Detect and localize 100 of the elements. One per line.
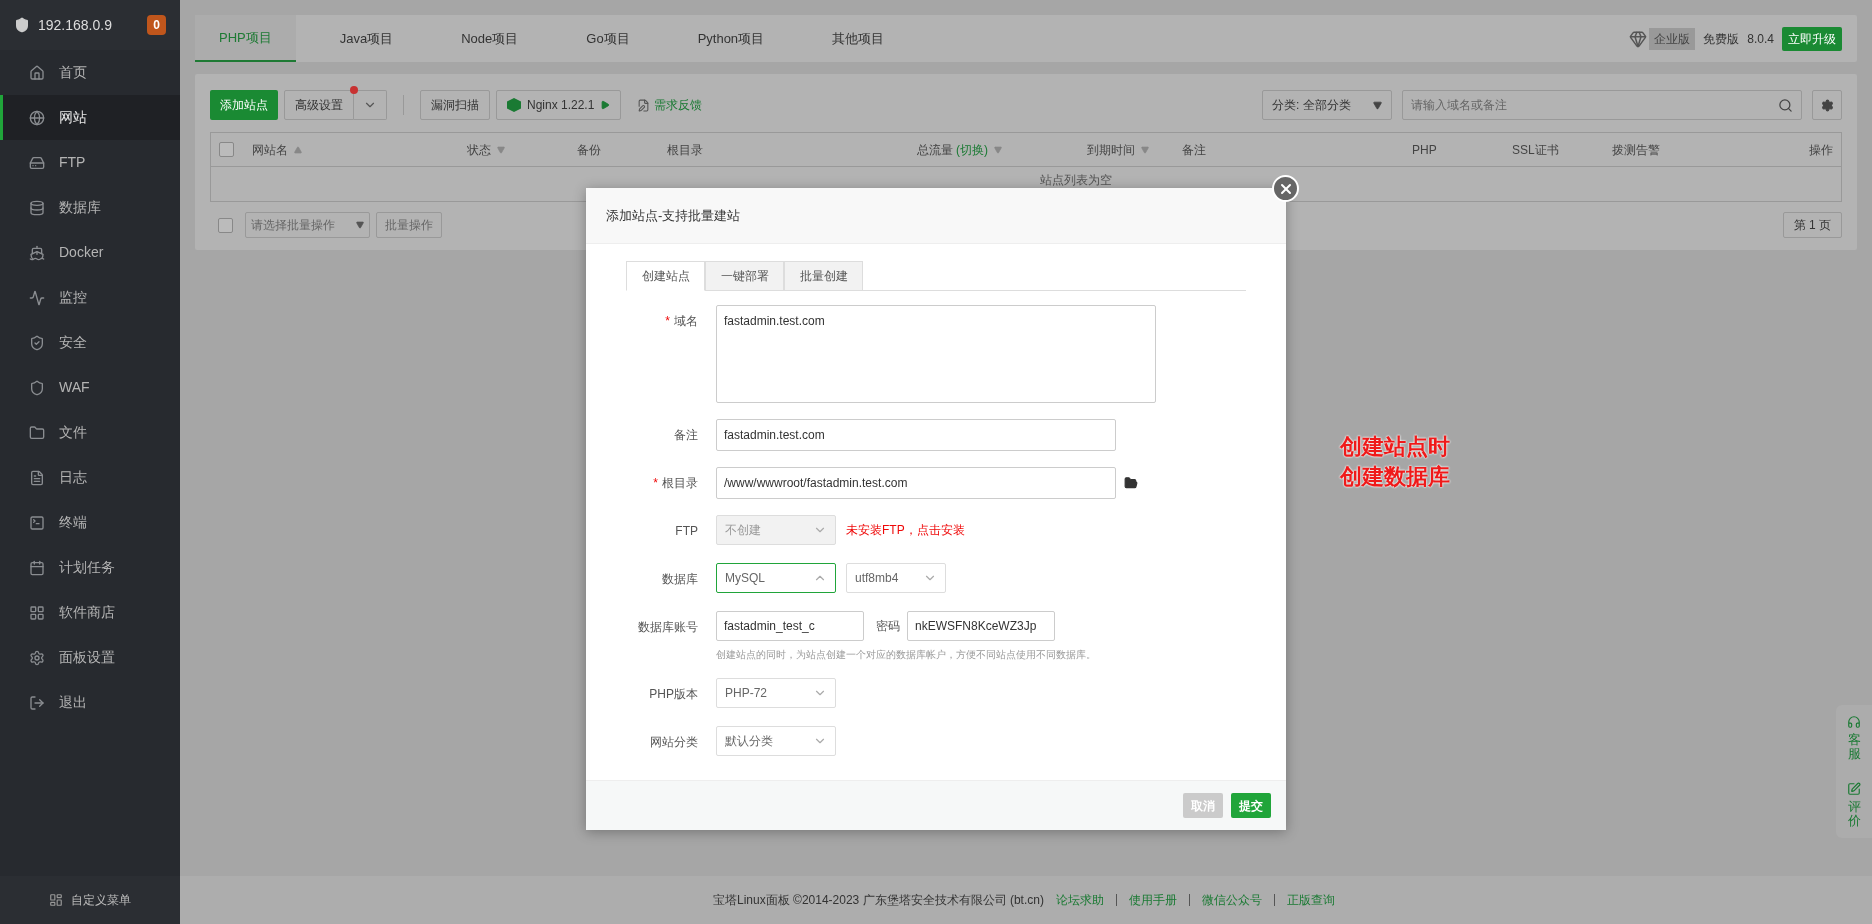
dialog-tab[interactable]: 一键部署 <box>705 261 784 291</box>
empty-message: 站点列表为空 <box>1040 172 1112 189</box>
annotation-text: 创建站点时 <box>1340 434 1450 460</box>
sidebar-item[interactable]: WAF <box>0 365 180 410</box>
input-field[interactable]: fastadmin_test_c <box>716 611 864 641</box>
sidebar-item[interactable]: 面板设置 <box>0 635 180 680</box>
select-field[interactable]: MySQL <box>716 563 836 593</box>
column-header[interactable]: 总流量 (切换) <box>917 140 1002 159</box>
input-field[interactable]: fastadmin.test.com <box>716 419 1116 451</box>
edit-icon[interactable] <box>1847 781 1861 796</box>
vuln-scan-button[interactable]: 漏洞扫描 <box>420 90 490 120</box>
input-field[interactable]: /www/wwwroot/fastadmin.test.com <box>716 467 1116 499</box>
sort-icon <box>994 145 1002 154</box>
sidebar-item[interactable]: 日志 <box>0 455 180 500</box>
alert-count[interactable]: 0 <box>147 15 166 35</box>
sidebar-item[interactable]: 数据库 <box>0 185 180 230</box>
settings-icon <box>1820 98 1834 112</box>
field-label: FTP <box>675 523 698 540</box>
required-mark: * <box>653 475 658 492</box>
field-label: 数据库账号 <box>638 619 698 636</box>
field-label: 数据库 <box>662 571 698 588</box>
column-header[interactable]: 备注 <box>1182 140 1206 159</box>
settings-icon <box>29 649 45 666</box>
sort-icon <box>1141 145 1149 154</box>
sidebar-item[interactable]: 网站 <box>0 95 180 140</box>
grid-icon <box>29 604 45 621</box>
search-icon[interactable] <box>1778 97 1793 113</box>
field-label: 域名 <box>674 313 698 330</box>
version-label: 8.0.4 <box>1747 30 1774 48</box>
category-select[interactable]: 分类: 全部分类 <box>1262 90 1392 120</box>
sidebar-item[interactable]: 文件 <box>0 410 180 455</box>
field-label: 网站分类 <box>650 734 698 751</box>
column-header[interactable]: 到期时间 <box>1087 140 1149 159</box>
ship-icon <box>29 244 45 261</box>
project-tab[interactable]: 其他项目 <box>808 15 909 62</box>
sidebar-item[interactable]: FTP <box>0 140 180 185</box>
edition-label: 免费版 <box>1703 30 1740 48</box>
folder-icon <box>29 424 45 441</box>
column-header[interactable]: 操作 <box>1809 140 1833 159</box>
project-tab[interactable]: Go项目 <box>562 15 654 62</box>
sort-icon <box>497 145 505 154</box>
dialog-tab[interactable]: 创建站点 <box>626 261 705 291</box>
logout-icon <box>29 694 45 711</box>
project-tab[interactable]: Node项目 <box>437 15 543 62</box>
nginx-button[interactable]: Nginx 1.22.1 <box>496 90 622 120</box>
sidebar-item[interactable]: 计划任务 <box>0 545 180 590</box>
column-header[interactable]: 拨测告警 <box>1612 140 1660 159</box>
shield-icon <box>29 379 45 396</box>
project-tab[interactable]: Java项目 <box>315 15 418 62</box>
select-field[interactable]: PHP-72 <box>716 678 836 708</box>
sidebar-item[interactable]: 安全 <box>0 320 180 365</box>
annotation-text: 创建数据库 <box>1340 464 1450 490</box>
drive-icon <box>29 154 45 171</box>
add-site-button[interactable]: 添加站点 <box>210 90 278 120</box>
column-header[interactable]: 备份 <box>577 140 601 159</box>
password-field[interactable]: nkEWSFN8KceWZ3Jp <box>907 611 1055 641</box>
required-mark: * <box>665 313 670 330</box>
document-icon <box>29 469 45 486</box>
menu-grid-icon <box>49 893 63 907</box>
custom-menu-link[interactable]: 自定义菜单 <box>71 891 131 909</box>
project-tab[interactable]: Python项目 <box>673 15 789 62</box>
caret-icon <box>356 221 364 229</box>
page-button[interactable]: 第 1 页 <box>1782 212 1842 238</box>
column-header[interactable]: 状态 <box>467 140 505 159</box>
sidebar-item[interactable]: Docker <box>0 230 180 275</box>
field-label: PHP版本 <box>649 686 698 703</box>
database-icon <box>29 199 45 216</box>
calendar-icon <box>29 559 45 576</box>
folder-icon[interactable] <box>1124 476 1138 490</box>
submit-button[interactable]: 提交 <box>1231 793 1271 818</box>
server-address: 192.168.0.9 <box>38 15 113 35</box>
sidebar-item[interactable]: 监控 <box>0 275 180 320</box>
checkbox[interactable] <box>218 217 233 233</box>
sidebar-item[interactable]: 退出 <box>0 680 180 725</box>
dialog-tab[interactable]: 批量创建 <box>784 261 863 291</box>
copyright-text: 宝塔Linux面板 ©2014-2023 广东堡塔安全技术有限公司 (bt.cn) <box>713 892 1044 909</box>
domain-textarea[interactable]: fastadmin.test.com <box>716 305 1156 403</box>
dialog-title: 添加站点-支持批量建站 <box>606 206 741 225</box>
settings-button[interactable] <box>1812 90 1842 120</box>
field-label: 根目录 <box>662 475 698 492</box>
sort-icon <box>294 145 302 154</box>
upgrade-button[interactable]: 立即升级 <box>1782 26 1842 51</box>
checkbox[interactable] <box>219 142 234 157</box>
column-header[interactable]: 根目录 <box>667 140 703 159</box>
terminal-icon <box>29 514 45 531</box>
headset-icon[interactable] <box>1847 715 1861 729</box>
pulse-icon <box>29 289 45 306</box>
sidebar-item[interactable]: 首页 <box>0 50 180 95</box>
select-field[interactable]: 默认分类 <box>716 726 836 756</box>
globe-icon <box>29 109 45 126</box>
sidebar-item[interactable]: 软件商店 <box>0 590 180 635</box>
enterprise-badge[interactable]: 企业版 <box>1649 27 1696 50</box>
column-header[interactable]: SSL证书 <box>1512 140 1559 159</box>
column-header[interactable]: 网站名 <box>252 140 302 159</box>
advanced-settings-button[interactable]: 高级设置 <box>284 90 354 120</box>
field-label: 备注 <box>674 427 698 444</box>
select-field[interactable]: utf8mb4 <box>846 563 946 593</box>
home-icon <box>29 64 45 81</box>
sidebar-item[interactable]: 终端 <box>0 500 180 545</box>
column-header[interactable]: PHP <box>1412 140 1437 159</box>
